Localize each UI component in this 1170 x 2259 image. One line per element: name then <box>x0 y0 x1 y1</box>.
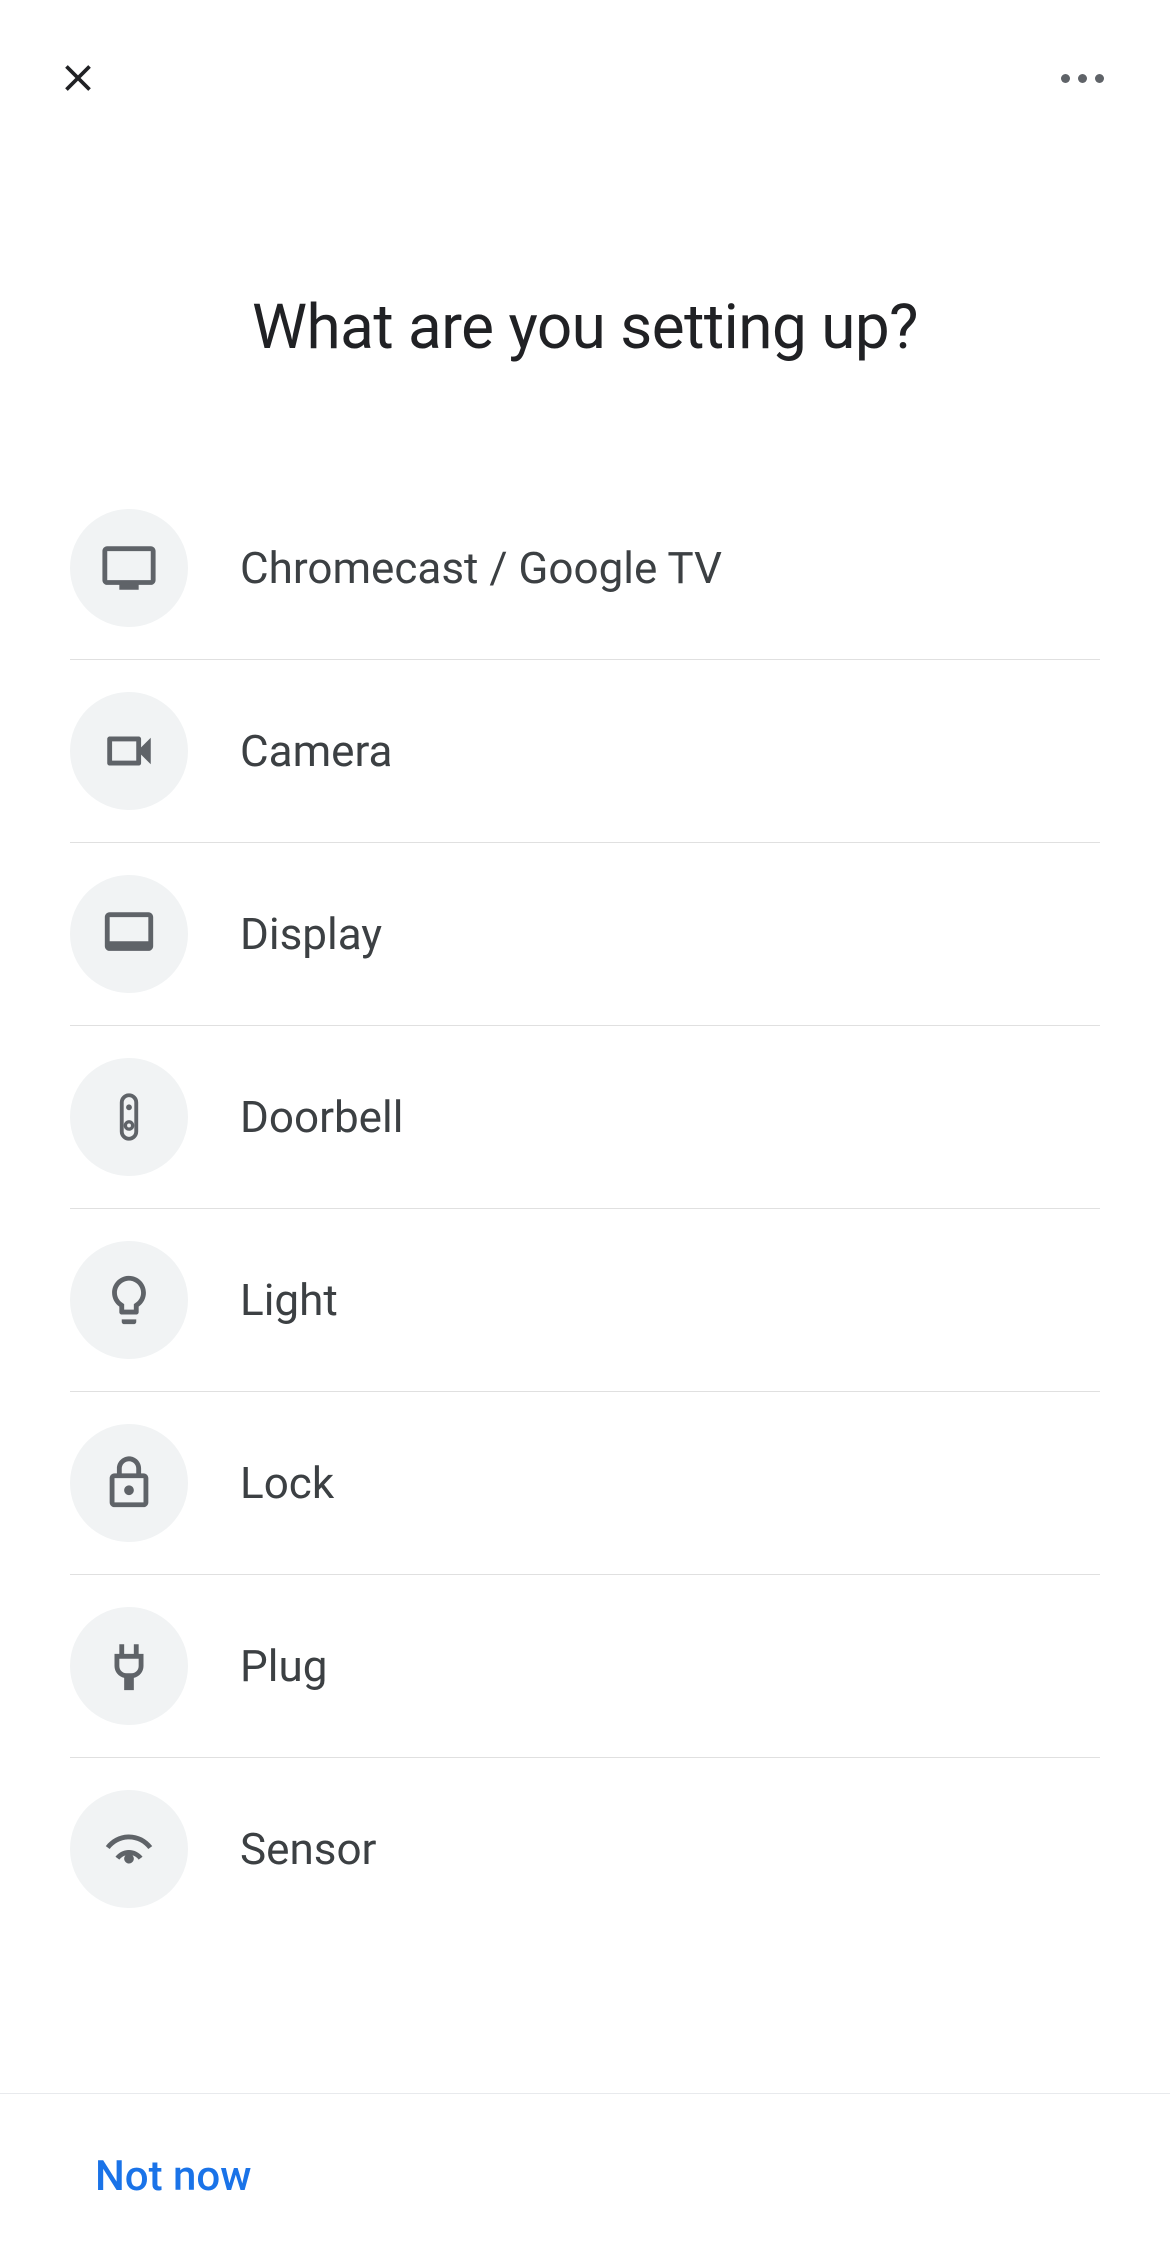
device-label: Lock <box>240 1457 334 1509</box>
device-item-doorbell[interactable]: Doorbell <box>70 1026 1100 1209</box>
device-item-light[interactable]: Light <box>70 1209 1100 1392</box>
not-now-button[interactable]: Not now <box>95 2152 251 2201</box>
footer-bar: Not now <box>0 2093 1170 2259</box>
plug-icon <box>70 1607 188 1725</box>
more-options-button[interactable] <box>1052 53 1112 103</box>
device-label: Plug <box>240 1640 327 1692</box>
device-label: Light <box>240 1274 338 1326</box>
tv-icon <box>70 509 188 627</box>
camera-icon <box>70 692 188 810</box>
doorbell-icon <box>70 1058 188 1176</box>
lock-icon <box>70 1424 188 1542</box>
device-list: Chromecast / Google TV Camera Display Do… <box>0 509 1170 1940</box>
more-icon <box>1061 74 1070 83</box>
header-bar <box>0 0 1170 106</box>
light-icon <box>70 1241 188 1359</box>
page-title: What are you setting up? <box>0 291 1170 364</box>
device-item-lock[interactable]: Lock <box>70 1392 1100 1575</box>
display-icon <box>70 875 188 993</box>
device-label: Sensor <box>240 1823 376 1875</box>
sensor-icon <box>70 1790 188 1908</box>
close-icon <box>56 56 100 100</box>
device-item-plug[interactable]: Plug <box>70 1575 1100 1758</box>
close-button[interactable] <box>50 50 106 106</box>
device-label: Camera <box>240 725 392 777</box>
device-item-chromecast[interactable]: Chromecast / Google TV <box>70 509 1100 660</box>
device-item-display[interactable]: Display <box>70 843 1100 1026</box>
device-item-camera[interactable]: Camera <box>70 660 1100 843</box>
device-label: Chromecast / Google TV <box>240 542 722 594</box>
device-label: Display <box>240 908 382 960</box>
device-label: Doorbell <box>240 1091 403 1143</box>
device-item-sensor[interactable]: Sensor <box>70 1758 1100 1940</box>
